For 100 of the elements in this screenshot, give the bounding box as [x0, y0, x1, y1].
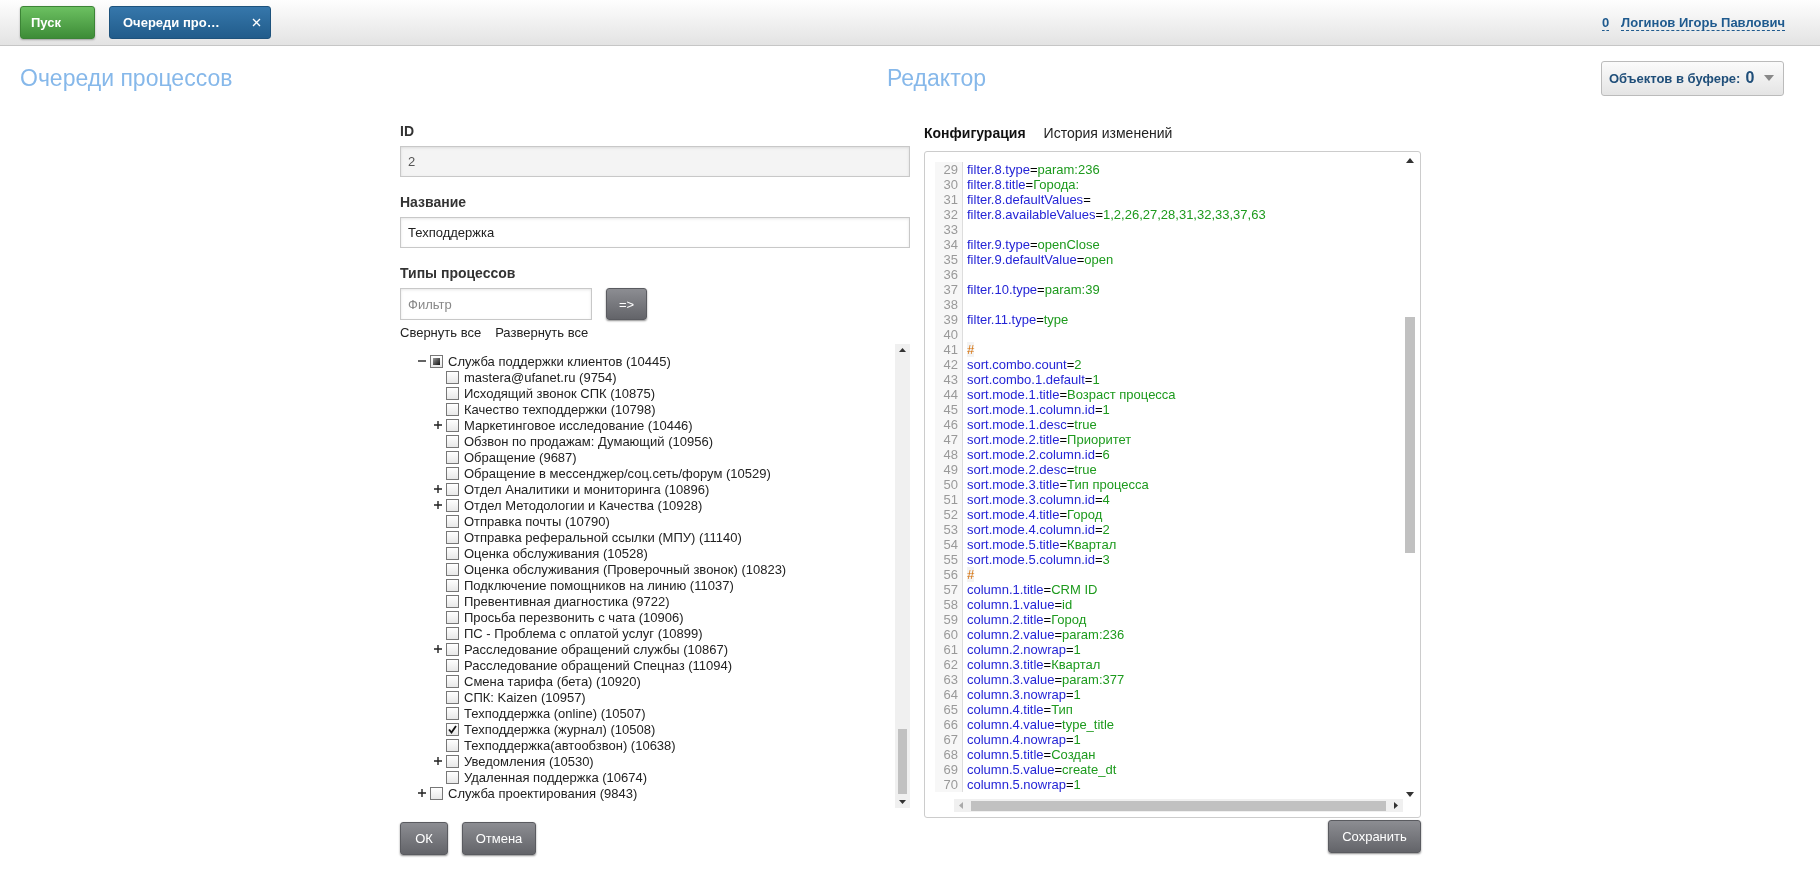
tree-item[interactable]: Обращение (9687)	[464, 449, 577, 465]
tree-item[interactable]: Уведомления (10530)	[464, 753, 594, 769]
checkbox[interactable]	[446, 386, 459, 400]
checkbox[interactable]	[446, 706, 459, 720]
checkbox[interactable]	[446, 754, 459, 768]
plus-icon[interactable]	[434, 501, 442, 509]
tree-item[interactable]: Маркетинговое исследование (10446)	[464, 417, 693, 433]
checkbox[interactable]	[446, 690, 459, 704]
tree-item[interactable]: Просьба перезвонить с чата (10906)	[464, 609, 684, 625]
checkbox[interactable]	[446, 546, 459, 560]
checkbox[interactable]	[446, 722, 459, 736]
tree-item[interactable]: Отправка реферальной ссылки (МПУ) (11140)	[464, 529, 742, 545]
tree-item[interactable]: Отправка почты (10790)	[464, 513, 610, 529]
plus-icon[interactable]	[434, 757, 442, 765]
filter-field[interactable]: Фильтр	[400, 288, 592, 320]
checkbox[interactable]	[446, 514, 459, 528]
checkbox[interactable]	[446, 418, 459, 432]
line-number: 34	[935, 237, 963, 252]
code-editor[interactable]	[924, 151, 1421, 818]
tree-item[interactable]: mastera@ufanet.ru (9754)	[464, 369, 617, 385]
checkbox[interactable]	[446, 402, 459, 416]
tab[interactable]: История изменений	[1043, 121, 1173, 145]
scrollbar[interactable]	[1403, 158, 1417, 797]
field-label: Название	[400, 193, 468, 212]
tree-item[interactable]: Служба поддержки клиентов (10445)	[448, 353, 671, 369]
tree-item[interactable]: Техподдержка (online) (10507)	[464, 705, 646, 721]
code-line: column.5.title=Создан	[966, 747, 1096, 762]
save-button[interactable]: Сохранить	[1328, 820, 1421, 853]
checkbox[interactable]	[446, 770, 459, 784]
tree-item[interactable]: Расследование обращений службы (10867)	[464, 641, 729, 657]
scrollbar-thumb[interactable]	[971, 800, 1386, 811]
collapse-all-link[interactable]: Свернуть все	[400, 325, 482, 341]
line-number: 41	[935, 342, 963, 357]
checkbox[interactable]	[446, 498, 459, 512]
plus-icon[interactable]	[434, 645, 442, 653]
arrow-up-icon	[899, 348, 906, 352]
cancel-button[interactable]: Отмена	[462, 822, 536, 855]
plus-icon[interactable]	[418, 789, 426, 797]
tree-item[interactable]: Обращение в мессенджер/соц.сеть/форум (10529)	[464, 465, 771, 481]
line-number: 53	[935, 522, 963, 537]
page-title: Очереди процессов	[20, 64, 234, 92]
tree-item[interactable]: Оценка обслуживания (10528)	[464, 545, 648, 561]
checkbox[interactable]	[446, 738, 459, 752]
tab[interactable]: Конфигурация	[924, 121, 1026, 145]
ok-button[interactable]: ОК	[400, 822, 448, 855]
checkbox[interactable]	[430, 786, 443, 800]
apply-filter-button[interactable]: =>	[606, 288, 647, 320]
counter-link[interactable]: 0	[1601, 14, 1610, 31]
buffer-dropdown[interactable]: Объектов в буфере: 0	[1601, 60, 1784, 96]
tree-item[interactable]: Расследование обращений Спецназ (11094)	[464, 657, 733, 673]
line-number: 30	[935, 177, 963, 192]
checkbox[interactable]	[446, 594, 459, 608]
checkbox[interactable]	[446, 610, 459, 624]
checkbox[interactable]	[446, 626, 459, 640]
tree-item[interactable]: Превентивная диагностика (9722)	[464, 593, 670, 609]
expand-all-link[interactable]: Развернуть все	[495, 325, 589, 341]
tree-item[interactable]: СПК: Kaizen (10957)	[464, 689, 586, 705]
field-label: Типы процессов	[400, 264, 517, 283]
user-link[interactable]: Логинов Игорь Павлович	[1621, 14, 1785, 31]
plus-icon[interactable]	[434, 485, 442, 493]
code-line: sort.mode.4.column.id=2	[966, 522, 1110, 537]
scrollbar[interactable]	[954, 799, 1403, 812]
close-icon	[252, 18, 261, 27]
tree-item[interactable]: Техподдержка (журнал) (10508)	[464, 721, 656, 737]
line-number: 32	[935, 207, 963, 222]
checkbox[interactable]	[446, 370, 459, 384]
code-line: sort.mode.5.title=Квартал	[966, 537, 1117, 552]
tree-item[interactable]: Удаленная поддержка (10674)	[464, 769, 648, 785]
tree-item[interactable]: Исходящий звонок СПК (10875)	[464, 385, 655, 401]
tree-item[interactable]: Подключение помощников на линию (11037)	[464, 577, 734, 593]
minus-icon[interactable]	[418, 357, 426, 365]
scrollbar[interactable]	[895, 344, 910, 808]
checkbox[interactable]	[446, 562, 459, 576]
checkbox[interactable]	[446, 674, 459, 688]
tab[interactable]: Очереди про…	[109, 6, 271, 39]
scrollbar-thumb[interactable]	[1405, 317, 1415, 553]
input-field[interactable]: Техподдержка	[400, 217, 910, 248]
scrollbar-thumb[interactable]	[898, 729, 907, 794]
checkbox[interactable]	[446, 642, 459, 656]
code-line: column.2.title=Город	[966, 612, 1087, 627]
tree-item[interactable]: Служба проектирования (9843)	[448, 785, 638, 801]
code-line: sort.mode.1.column.id=1	[966, 402, 1110, 417]
checkbox[interactable]	[446, 434, 459, 448]
tree-item[interactable]: Отдел Методологии и Качества (10928)	[464, 497, 703, 513]
tree-item[interactable]: Обзвон по продажам: Думающий (10956)	[464, 433, 713, 449]
tree-item[interactable]: Оценка обслуживания (Проверочный звонок) (10823)	[464, 561, 787, 577]
tree-item[interactable]: Смена тарифа (бета) (10920)	[464, 673, 641, 689]
plus-icon[interactable]	[434, 421, 442, 429]
checkbox[interactable]	[446, 578, 459, 592]
checkbox[interactable]	[446, 658, 459, 672]
tree-item[interactable]: ПС - Проблема с оплатой услуг (10899)	[464, 625, 703, 641]
tree-item[interactable]: Отдел Аналитики и мониторинга (10896)	[464, 481, 710, 497]
code-line: filter.8.type=param:236	[966, 162, 1100, 177]
checkbox[interactable]	[446, 482, 459, 496]
tree-item[interactable]: Техподдержка(автообзвон) (10638)	[464, 737, 676, 753]
checkbox[interactable]	[446, 530, 459, 544]
caret-down-icon	[1764, 75, 1774, 81]
checkbox[interactable]	[446, 466, 459, 480]
checkbox[interactable]	[446, 450, 459, 464]
tree-item[interactable]: Качество техподдержки (10798)	[464, 401, 656, 417]
